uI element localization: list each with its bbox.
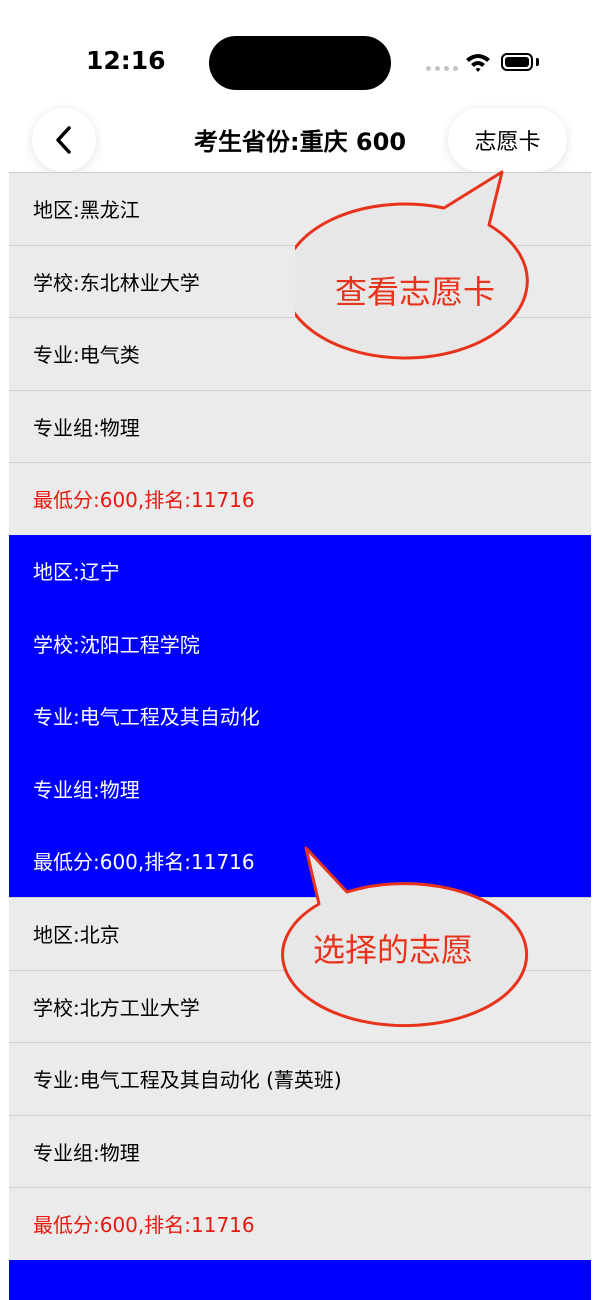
major-text: 专业:电气工程及其自动化 (菁英班) [9, 1042, 591, 1115]
battery-cap [536, 58, 539, 66]
list-item-selected-partial[interactable] [9, 1259, 591, 1300]
status-time: 12:16 [86, 46, 166, 75]
list-item-selected[interactable]: 地区:辽宁 学校:沈阳工程学院 专业:电气工程及其自动化 专业组:物理 最低分:… [9, 534, 591, 897]
battery-icon [501, 53, 533, 71]
school-text: 学校:沈阳工程学院 [33, 632, 200, 657]
list-item[interactable]: 地区:黑龙江 学校:东北林业大学 专业:电气类 专业组:物理 最低分:600,排… [9, 172, 591, 535]
school-text: 学校:北方工业大学 [9, 969, 591, 1042]
major-group-text: 专业组:物理 [9, 1114, 591, 1187]
wifi-icon [465, 52, 491, 74]
status-bar: 12:16 [0, 0, 600, 110]
major-group-text: 专业组:物理 [33, 777, 140, 802]
cellular-signal-icon [426, 66, 458, 72]
callout-text-selected: 选择的志愿 [313, 931, 474, 969]
callout-text-view-card: 查看志愿卡 [335, 273, 496, 311]
region-text: 地区:北京 [9, 897, 591, 970]
page-title: 考生省份:重庆 600 [193, 128, 407, 156]
volunteer-card-button[interactable]: 志愿卡 [448, 108, 567, 172]
region-text: 地区:黑龙江 [9, 172, 591, 245]
region-text: 地区:辽宁 [33, 560, 120, 585]
chevron-left-icon [56, 126, 71, 154]
major-text: 专业:电气类 [9, 317, 591, 390]
score-rank-text: 最低分:600,排名:11716 [9, 1187, 591, 1260]
major-text: 专业:电气工程及其自动化 [33, 705, 260, 730]
volunteer-list: 地区:黑龙江 学校:东北林业大学 专业:电气类 专业组:物理 最低分:600,排… [9, 172, 591, 1300]
major-group-text: 专业组:物理 [9, 389, 591, 462]
score-rank-text: 最低分:600,排名:11716 [9, 462, 591, 535]
list-item[interactable]: 地区:北京 学校:北方工业大学 专业:电气工程及其自动化 (菁英班) 专业组:物… [9, 897, 591, 1260]
back-button[interactable] [32, 108, 96, 172]
nav-bar: 考生省份:重庆 600 志愿卡 [0, 100, 600, 172]
score-rank-text: 最低分:600,排名:11716 [33, 850, 255, 875]
dynamic-island [209, 36, 391, 90]
school-text: 学校:东北林业大学 [9, 244, 591, 317]
